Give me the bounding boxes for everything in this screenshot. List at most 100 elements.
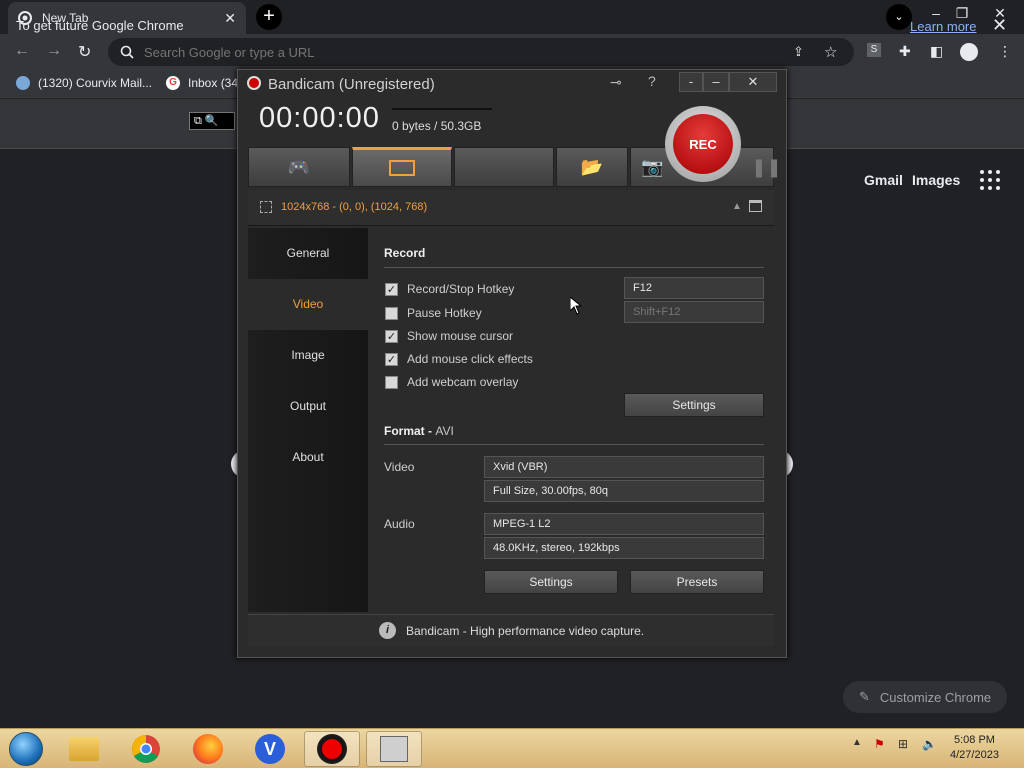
audio-detail-field[interactable]: 48.0KHz, stereo, 192kbps <box>484 537 764 559</box>
bandicam-icon <box>317 734 347 764</box>
webcam-overlay-checkbox[interactable]: Add webcam overlay <box>385 375 518 389</box>
audio-codec-field[interactable]: MPEG-1 L2 <box>484 513 764 535</box>
mouse-cursor-icon <box>570 297 582 315</box>
sidebar-item-general[interactable]: General <box>248 228 368 279</box>
pause-hotkey-checkbox[interactable]: Pause Hotkey <box>385 306 482 320</box>
action-center-icon[interactable]: ⚑ <box>874 737 885 751</box>
help-icon[interactable]: ? <box>648 73 656 89</box>
taskbar-media-app[interactable] <box>366 731 422 767</box>
sidebar-item-video[interactable]: Video <box>248 279 368 330</box>
taskbar-chrome[interactable] <box>118 731 174 767</box>
device-mode-button[interactable] <box>454 147 554 187</box>
open-folder-button[interactable]: 📂 <box>556 147 628 187</box>
profile-icon[interactable] <box>960 43 978 61</box>
checkbox-label: Add mouse click effects <box>407 352 533 366</box>
file-size: 0 bytes / 50.3GB <box>392 119 482 133</box>
game-mode-button[interactable]: 🎮 <box>248 147 350 187</box>
gamepad-icon: 🎮 <box>287 156 311 177</box>
apps-grid-icon[interactable] <box>980 170 1000 190</box>
learn-more-link[interactable]: Learn more <box>910 19 976 34</box>
checkbox-checked-icon: ✓ <box>385 352 398 366</box>
side-panel-icon[interactable]: ◧ <box>930 43 943 60</box>
taskbar-firefox[interactable] <box>180 731 236 767</box>
rec-button[interactable]: REC <box>665 106 741 182</box>
customize-chrome-button[interactable]: ✎ Customize Chrome <box>843 681 1007 713</box>
checkbox-label: Pause Hotkey <box>407 306 482 320</box>
video-detail-field[interactable]: Full Size, 30.00fps, 80q <box>484 480 764 502</box>
overlay-tools-icon[interactable]: ⧉ 🔍 <box>189 112 235 130</box>
reload-icon[interactable]: ↻ <box>78 42 91 62</box>
video-label: Video <box>384 460 415 474</box>
toolbar: ← → ↻ ⇪ ☆ S ✚ ◧ ⋮ <box>0 34 1024 70</box>
taskbar-bandicam[interactable] <box>304 731 360 767</box>
infobar-text: To get future Google Chrome <box>16 18 184 33</box>
volume-muted-icon[interactable]: 🔈 <box>922 737 937 751</box>
show-mouse-cursor-checkbox[interactable]: ✓ Show mouse cursor <box>385 329 513 343</box>
pause-hotkey-field[interactable]: Shift+F12 <box>624 301 764 323</box>
gmail-link[interactable]: Gmail <box>864 172 903 188</box>
format-settings-button[interactable]: Settings <box>484 570 618 594</box>
star-icon[interactable]: ☆ <box>824 43 837 61</box>
forward-icon[interactable]: → <box>46 42 62 60</box>
share-icon[interactable]: ⇪ <box>793 44 804 60</box>
key-icon[interactable]: ⊸ <box>610 74 622 91</box>
puzzle-icon[interactable]: ✚ <box>899 43 911 60</box>
presets-button[interactable]: Presets <box>630 570 764 594</box>
sidebar-item-output[interactable]: Output <box>248 381 368 432</box>
record-heading: Record <box>384 246 426 260</box>
network-icon[interactable]: ⊞ <box>898 737 908 751</box>
tray-arrow-icon[interactable]: ▲ <box>852 737 862 748</box>
media-app-icon <box>380 736 408 762</box>
start-button[interactable] <box>4 731 48 767</box>
checkbox-checked-icon: ✓ <box>385 282 398 296</box>
bookmark-inbox[interactable]: G Inbox (34 <box>166 76 238 90</box>
video-codec-field[interactable]: Xvid (VBR) <box>484 456 764 478</box>
clock[interactable]: 5:08 PM 4/27/2023 <box>950 733 999 763</box>
search-icon <box>120 45 134 59</box>
screen-mode-button[interactable] <box>352 147 452 187</box>
record-timer: 00:00:00 <box>259 102 380 134</box>
extension-s-icon[interactable]: S <box>867 43 881 57</box>
camera-icon: 📷 <box>641 156 664 177</box>
bandicam-minimize-button[interactable]: – <box>703 72 729 92</box>
v-app-icon: V <box>255 734 285 764</box>
omnibox[interactable]: ⇪ ☆ <box>108 38 854 66</box>
windows-orb-icon <box>9 732 43 766</box>
collapse-icon[interactable]: ▲ <box>732 201 742 212</box>
pause-icon[interactable]: ❚❚ <box>751 157 781 178</box>
checkbox-label: Add webcam overlay <box>407 375 519 389</box>
mouse-click-effects-checkbox[interactable]: ✓ Add mouse click effects <box>385 352 533 366</box>
rec-label: REC <box>673 114 733 174</box>
audio-label: Audio <box>384 517 415 531</box>
bookmark-label: Inbox (34 <box>188 76 239 90</box>
images-link[interactable]: Images <box>912 172 960 188</box>
search-input[interactable] <box>144 44 744 60</box>
back-icon[interactable]: ← <box>14 42 30 60</box>
customize-label: Customize Chrome <box>879 689 992 705</box>
format-heading: Format - AVI <box>384 424 454 438</box>
bookmark-courvix[interactable]: (1320) Courvix Mail... <box>16 76 152 90</box>
sidebar-item-about[interactable]: About <box>248 432 368 483</box>
google-icon: G <box>166 76 180 90</box>
chrome-icon <box>132 735 160 763</box>
record-settings-button[interactable]: Settings <box>624 393 764 417</box>
tab-search-button[interactable]: ⌄ <box>886 4 912 30</box>
infobar-close-icon[interactable]: ✕ <box>992 15 1007 36</box>
sidebar-item-image[interactable]: Image <box>248 330 368 381</box>
taskbar-v-app[interactable]: V <box>242 731 298 767</box>
clock-time: 5:08 PM <box>953 734 995 746</box>
menu-icon[interactable]: ⋮ <box>998 43 1012 60</box>
firefox-icon <box>193 734 223 764</box>
taskbar-explorer[interactable] <box>56 731 112 767</box>
window-icon[interactable] <box>749 200 762 212</box>
tab-close-icon[interactable]: ✕ <box>224 10 236 27</box>
bandicam-mini-button[interactable]: - <box>679 72 703 92</box>
checkbox-label: Show mouse cursor <box>407 329 514 343</box>
checkbox-label: Record/Stop Hotkey <box>407 282 515 296</box>
record-hotkey-field[interactable]: F12 <box>624 277 764 299</box>
pencil-icon: ✎ <box>859 689 870 704</box>
bandicam-close-button[interactable]: ✕ <box>729 72 777 92</box>
new-tab-button[interactable]: + <box>256 4 282 30</box>
divider <box>384 444 764 445</box>
record-stop-hotkey-checkbox[interactable]: ✓ Record/Stop Hotkey <box>385 282 514 296</box>
